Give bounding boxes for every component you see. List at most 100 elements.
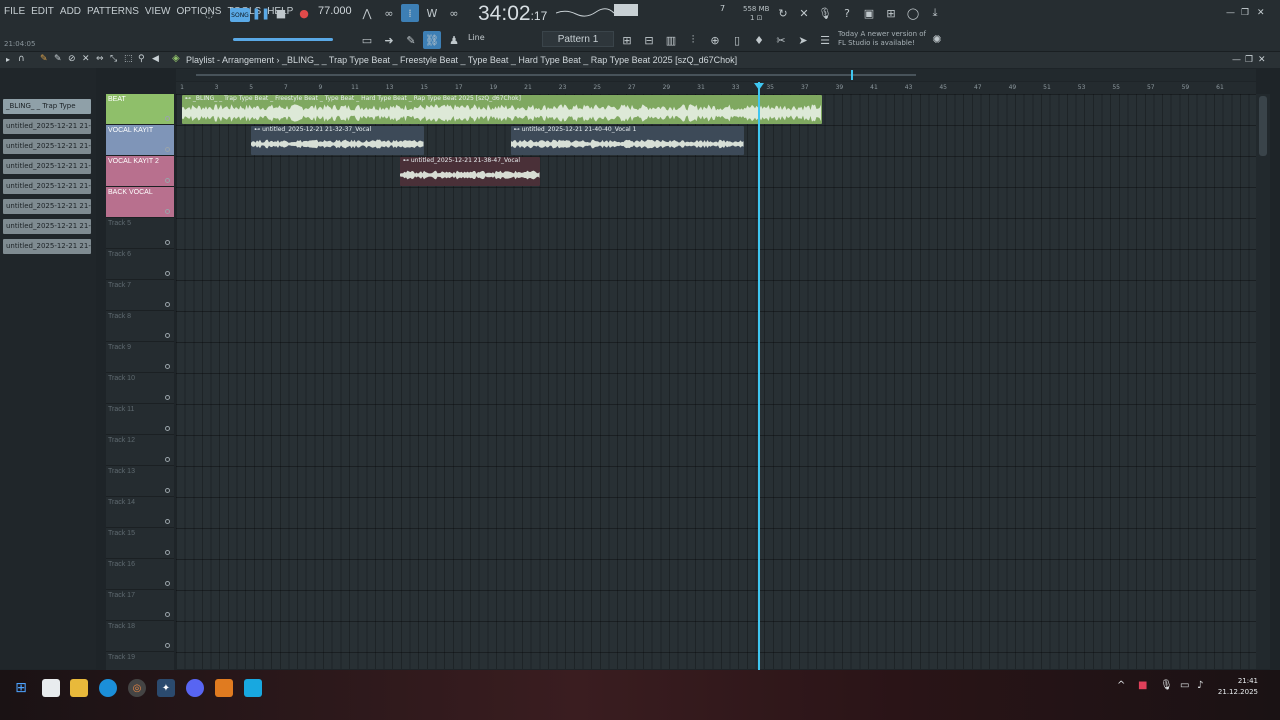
- track-header[interactable]: Track 18: [106, 621, 174, 652]
- track-mute-icon[interactable]: [165, 395, 170, 400]
- browser-item[interactable]: untitled_2025-12-21 21-...: [3, 179, 91, 194]
- chat-icon[interactable]: ◯: [904, 4, 922, 22]
- refresh-icon[interactable]: ↻: [774, 4, 792, 22]
- start-icon[interactable]: ⊞: [12, 679, 30, 697]
- cross-icon[interactable]: ✕: [795, 4, 813, 22]
- vscroll-thumb[interactable]: [1259, 96, 1267, 156]
- notepad-icon[interactable]: [244, 679, 262, 697]
- system-clock[interactable]: 21:41 21.12.2025: [1218, 676, 1258, 698]
- tools-icon[interactable]: ✂: [772, 31, 790, 49]
- track-header[interactable]: Track 16: [106, 559, 174, 590]
- channel-rack-icon[interactable]: ⊕: [706, 31, 724, 49]
- help-icon[interactable]: ?: [838, 4, 856, 22]
- track-mute-icon[interactable]: [165, 147, 170, 152]
- select-icon[interactable]: ⬚: [124, 54, 133, 64]
- track-mute-icon[interactable]: [165, 302, 170, 307]
- audio-clip[interactable]: ⊷ _BLING_ _ Trap Type Beat _ Freestyle B…: [182, 95, 823, 124]
- track-mute-icon[interactable]: [165, 581, 170, 586]
- track-mute-icon[interactable]: [165, 426, 170, 431]
- audio-clip[interactable]: ⊷ untitled_2025-12-21 21-38-47_Vocal: [399, 157, 541, 186]
- track-header[interactable]: Track 7: [106, 280, 174, 311]
- track-mute-icon[interactable]: [165, 364, 170, 369]
- track-mute-icon[interactable]: [165, 178, 170, 183]
- pause-icon[interactable]: ❚❚: [252, 4, 270, 22]
- fl-studio-icon[interactable]: [215, 679, 233, 697]
- menu-add[interactable]: ADD: [60, 6, 81, 17]
- metronome-icon[interactable]: ⋀: [358, 4, 376, 22]
- horizontal-scroll[interactable]: [176, 69, 1256, 81]
- track-header[interactable]: Track 6: [106, 249, 174, 280]
- track-mute-icon[interactable]: [165, 457, 170, 462]
- slice-icon[interactable]: ⤡: [110, 54, 117, 64]
- playhead-marker[interactable]: [754, 83, 765, 90]
- vertical-scrollbar[interactable]: [1256, 94, 1270, 669]
- browser-item[interactable]: untitled_2025-12-21 21-...: [3, 239, 91, 254]
- paint-icon[interactable]: ✎: [54, 54, 62, 64]
- browser-item[interactable]: untitled_2025-12-21 21-...: [3, 139, 91, 154]
- track-mute-icon[interactable]: [165, 488, 170, 493]
- track-header[interactable]: VOCAL KAYIT 2: [106, 156, 174, 187]
- browser-item[interactable]: untitled_2025-12-21 21-...: [3, 119, 91, 134]
- playlist-close-icon[interactable]: ✕: [1258, 55, 1266, 65]
- wait-icon[interactable]: ∞: [380, 4, 398, 22]
- track-mute-icon[interactable]: [165, 519, 170, 524]
- track-mute-icon[interactable]: [165, 271, 170, 276]
- playlist-icon[interactable]: ▭: [358, 31, 376, 49]
- slip-icon[interactable]: ⇔: [96, 54, 104, 64]
- save-icon[interactable]: ▣: [860, 4, 878, 22]
- loop-record-icon[interactable]: ◌: [200, 4, 218, 22]
- browser-item[interactable]: untitled_2025-12-21 21-...: [3, 219, 91, 234]
- plugin-icon[interactable]: ♦: [750, 31, 768, 49]
- track-header[interactable]: Track 13: [106, 466, 174, 497]
- track-header[interactable]: Track 17: [106, 590, 174, 621]
- mic-icon[interactable]: 🎙: [816, 4, 834, 22]
- browser-item[interactable]: _BLING_ _ Trap Type: [3, 99, 91, 114]
- audio-clip[interactable]: ⊷ untitled_2025-12-21 21-40-40_Vocal 1: [510, 126, 745, 155]
- pencil-icon[interactable]: ✎: [40, 54, 48, 64]
- song-mode-toggle[interactable]: SONG: [230, 8, 250, 22]
- browser-item[interactable]: untitled_2025-12-21 21-...: [3, 199, 91, 214]
- track-mute-icon[interactable]: [165, 643, 170, 648]
- track-header[interactable]: Track 14: [106, 497, 174, 528]
- tray-app-icon[interactable]: ■: [1138, 680, 1147, 691]
- arrow-icon[interactable]: ➜: [380, 31, 398, 49]
- track-mute-icon[interactable]: [165, 550, 170, 555]
- discord-icon[interactable]: [186, 679, 204, 697]
- tray-mic-icon[interactable]: 🎙: [1160, 680, 1173, 691]
- stop-icon[interactable]: ■: [272, 4, 290, 22]
- track-mute-icon[interactable]: [165, 612, 170, 617]
- file-explorer-icon[interactable]: [70, 679, 88, 697]
- delete-icon[interactable]: ⊘: [68, 54, 76, 64]
- track-mute-icon[interactable]: [165, 240, 170, 245]
- render-icon[interactable]: ⊞: [882, 4, 900, 22]
- menu-arrow-icon[interactable]: ▸: [6, 55, 10, 64]
- track-header[interactable]: Track 9: [106, 342, 174, 373]
- link-icon[interactable]: ⛓: [423, 31, 441, 49]
- timeline-ruler[interactable]: 1 3 5 7 9 11 13 15 17 19 21 23 25 27 29 31 33 35 37 39 41 43 4…: [176, 82, 1256, 94]
- magnet-icon[interactable]: ∩: [18, 54, 25, 64]
- track-header[interactable]: Track 15: [106, 528, 174, 559]
- close-icon[interactable]: ✕: [1257, 8, 1265, 18]
- blend-notes-icon[interactable]: W: [423, 4, 441, 22]
- playlist-minimize-icon[interactable]: —: [1232, 55, 1241, 65]
- track-mute-icon[interactable]: [165, 116, 170, 121]
- track-header[interactable]: Track 12: [106, 435, 174, 466]
- playback-icon[interactable]: ◀: [152, 54, 159, 64]
- list-icon[interactable]: ☰: [816, 31, 834, 49]
- restore-icon[interactable]: ❐: [1241, 8, 1249, 18]
- browser-item[interactable]: untitled_2025-12-21 21-...: [3, 159, 91, 174]
- scroll-thumb[interactable]: [196, 74, 916, 76]
- track-mute-icon[interactable]: [165, 333, 170, 338]
- edge-icon[interactable]: [99, 679, 117, 697]
- snap-selector[interactable]: Line: [468, 33, 485, 42]
- news-icon[interactable]: ✺: [928, 30, 946, 48]
- volume-icon[interactable]: ♪: [1197, 680, 1203, 691]
- playlist-restore-icon[interactable]: ❐: [1245, 55, 1253, 65]
- task-view-icon[interactable]: [42, 679, 60, 697]
- countdown-icon[interactable]: ⁞: [401, 4, 419, 22]
- browser-icon[interactable]: ▯: [728, 31, 746, 49]
- app-icon[interactable]: ◎: [128, 679, 146, 697]
- menu-file[interactable]: FILE: [4, 6, 25, 17]
- playhead[interactable]: [758, 82, 761, 670]
- track-header[interactable]: Track 11: [106, 404, 174, 435]
